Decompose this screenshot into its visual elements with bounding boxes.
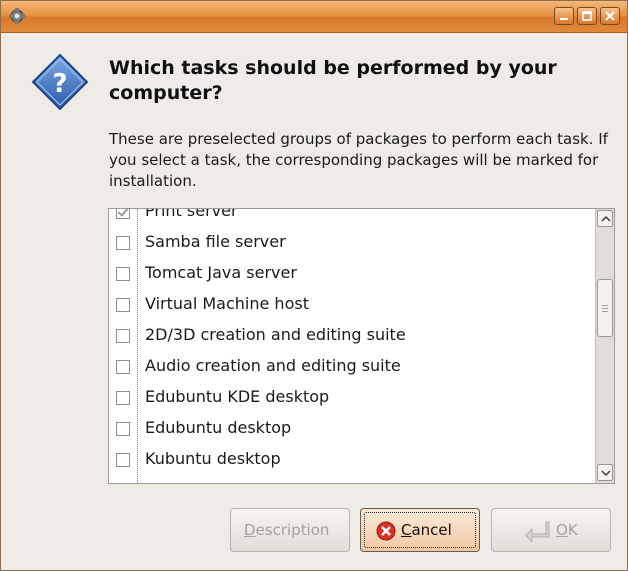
enter-arrow-icon bbox=[525, 521, 550, 542]
task-row[interactable]: Edubuntu desktop bbox=[109, 414, 593, 444]
task-row[interactable]: Tomcat Java server bbox=[109, 259, 593, 289]
maximize-button[interactable] bbox=[577, 7, 597, 25]
dialog-description: These are preselected groups of packages… bbox=[109, 130, 608, 190]
task-checkbox[interactable] bbox=[116, 422, 130, 436]
task-row[interactable]: Kubuntu desktop bbox=[109, 445, 593, 475]
task-label: Kubuntu desktop bbox=[145, 449, 281, 468]
ok-button[interactable]: OK bbox=[491, 508, 611, 552]
task-row[interactable]: Print server bbox=[109, 209, 593, 227]
cancel-mnemonic: C bbox=[401, 521, 412, 539]
task-checkbox[interactable] bbox=[116, 453, 130, 467]
description-button[interactable]: Description bbox=[230, 508, 350, 552]
ok-mnemonic: O bbox=[556, 521, 568, 539]
minimize-button[interactable] bbox=[554, 7, 574, 25]
description-label: escription bbox=[255, 521, 330, 539]
minimize-icon bbox=[560, 18, 568, 20]
close-icon bbox=[605, 11, 615, 21]
task-row[interactable]: Samba file server bbox=[109, 228, 593, 258]
task-label: Print server bbox=[145, 209, 238, 220]
task-label: Audio creation and editing suite bbox=[145, 356, 401, 375]
scroll-thumb[interactable] bbox=[597, 279, 613, 337]
task-row[interactable]: 2D/3D creation and editing suite bbox=[109, 321, 593, 351]
scroll-down-button[interactable] bbox=[597, 464, 613, 481]
task-list: Print server Samba file server Tomcat Java… bbox=[108, 208, 615, 484]
task-list-scrollbar[interactable] bbox=[595, 209, 614, 483]
cancel-button[interactable]: Cancel bbox=[360, 508, 480, 552]
task-label: 2D/3D creation and editing suite bbox=[145, 325, 406, 344]
question-icon: ? bbox=[31, 53, 89, 111]
description-mnemonic: D bbox=[244, 521, 256, 539]
ok-label: K bbox=[567, 521, 578, 539]
task-checkbox[interactable] bbox=[116, 298, 130, 312]
task-checkbox[interactable] bbox=[116, 209, 130, 219]
task-label: Samba file server bbox=[145, 232, 286, 251]
task-checkbox[interactable] bbox=[116, 360, 130, 374]
task-checkbox[interactable] bbox=[116, 391, 130, 405]
task-label: Edubuntu KDE desktop bbox=[145, 387, 330, 406]
chevron-up-icon bbox=[601, 215, 611, 222]
cancel-icon bbox=[376, 521, 396, 541]
svg-text:?: ? bbox=[52, 69, 67, 99]
task-list-viewport: Print server Samba file server Tomcat Java… bbox=[109, 209, 593, 483]
cancel-label: ancel bbox=[411, 521, 452, 539]
task-label: Tomcat Java server bbox=[145, 263, 297, 282]
task-checkbox[interactable] bbox=[116, 267, 130, 281]
scroll-up-button[interactable] bbox=[597, 210, 613, 227]
close-window-button[interactable] bbox=[600, 7, 620, 25]
app-gear-icon bbox=[9, 8, 25, 24]
maximize-icon bbox=[582, 11, 592, 21]
task-label: Edubuntu desktop bbox=[145, 418, 292, 437]
dialog-heading: Which tasks should be performed by your … bbox=[109, 57, 557, 104]
task-row[interactable]: Edubuntu KDE desktop bbox=[109, 383, 593, 413]
task-row[interactable]: Virtual Machine host bbox=[109, 290, 593, 320]
task-row[interactable]: Audio creation and editing suite bbox=[109, 352, 593, 382]
installer-dialog-window: ? Which tasks should be performed by you… bbox=[0, 0, 628, 571]
task-checkbox[interactable] bbox=[116, 236, 130, 250]
title-bar[interactable] bbox=[1, 1, 627, 33]
chevron-down-icon bbox=[601, 470, 611, 477]
task-checkbox[interactable] bbox=[116, 329, 130, 343]
task-label: Virtual Machine host bbox=[145, 294, 309, 313]
